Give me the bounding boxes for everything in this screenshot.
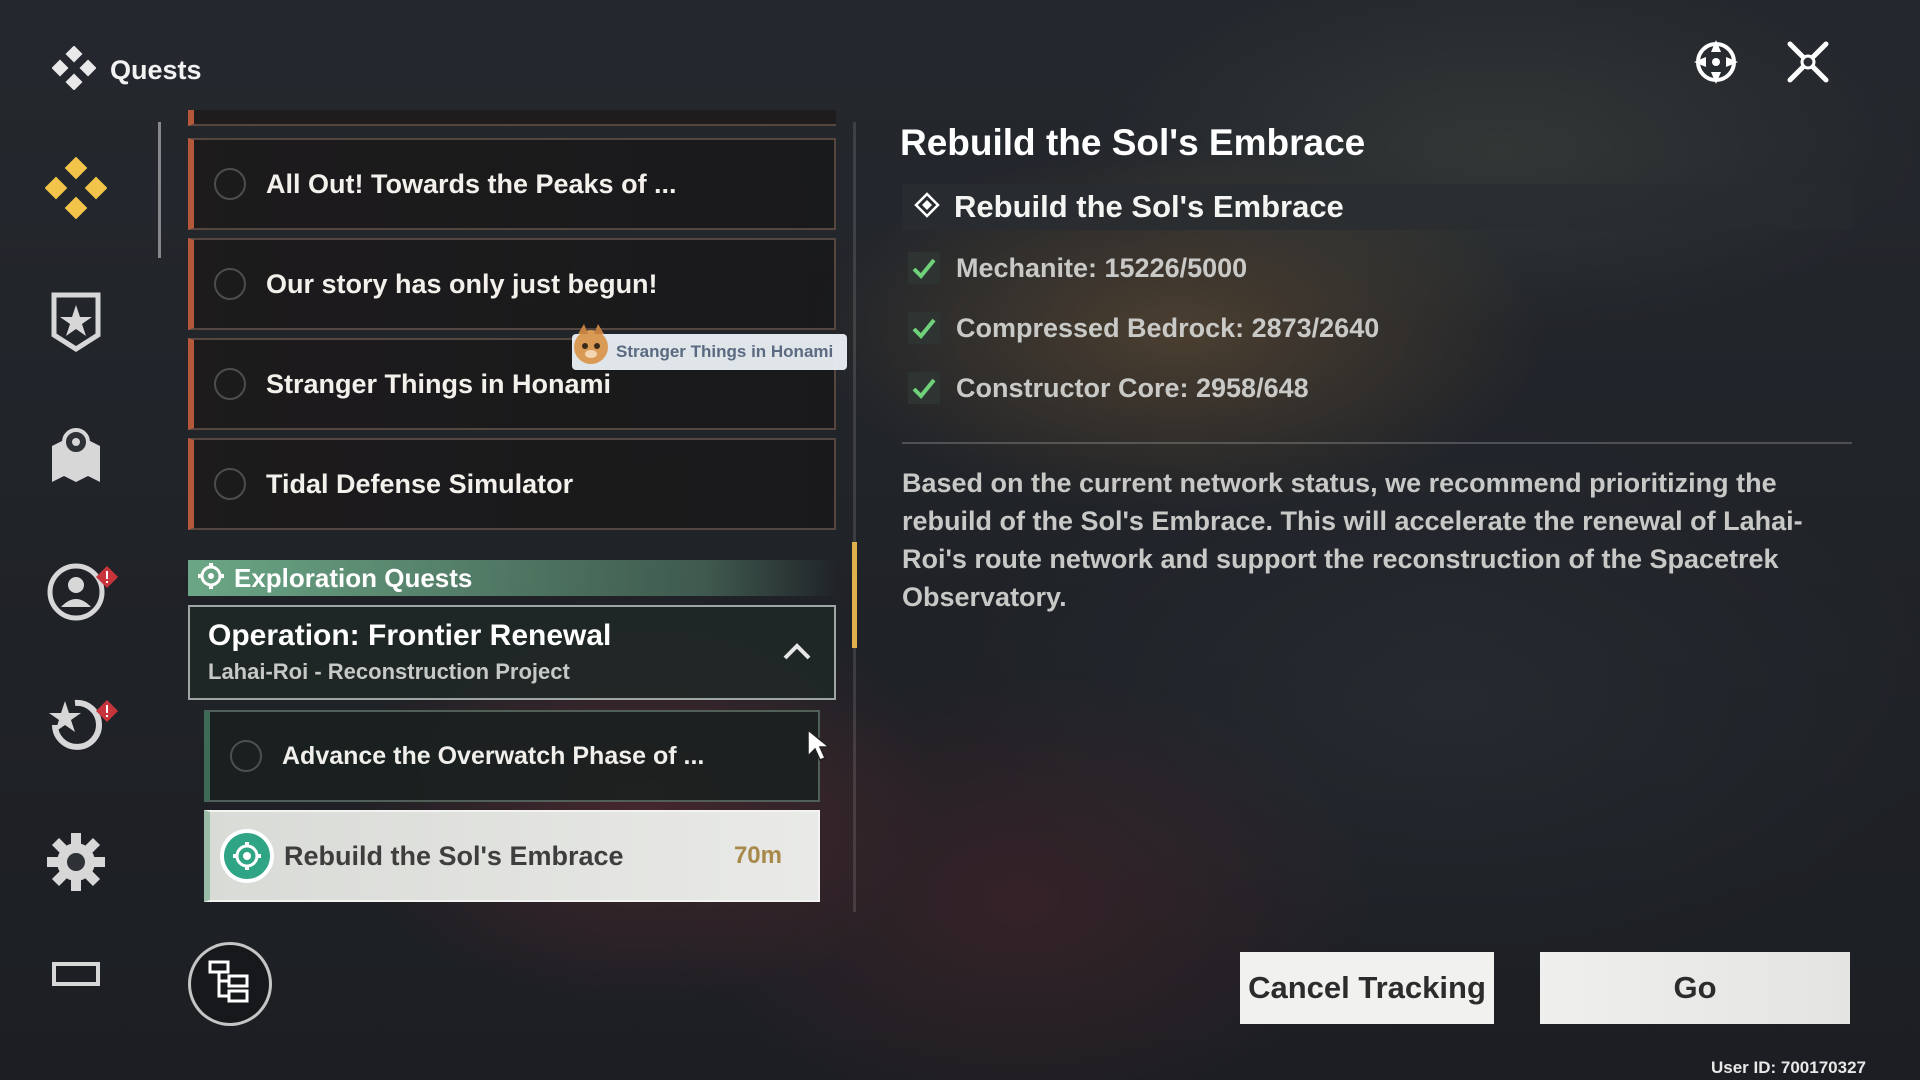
objective-diamond-icon <box>914 191 940 223</box>
top-actions <box>1688 34 1836 90</box>
quest-tree-button[interactable] <box>188 942 272 1026</box>
list-item-partial <box>188 110 836 126</box>
map-pin-icon <box>48 426 104 491</box>
exploration-gear-icon <box>198 562 224 594</box>
quest-radio <box>214 468 246 500</box>
active-quest-item[interactable]: Rebuild the Sol's Embrace 70m <box>204 810 820 902</box>
checkmark-icon <box>908 372 940 404</box>
scrollbar-thumb[interactable] <box>852 542 857 648</box>
go-button[interactable]: Go <box>1540 952 1850 1024</box>
sidebar-item-events[interactable] <box>40 692 118 764</box>
quest-group-subtitle: Lahai-Roi - Reconstruction Project <box>208 659 570 684</box>
screen-icon <box>52 950 100 990</box>
subquest-label: Advance the Overwatch Phase of ... <box>282 741 705 770</box>
quest-group-header[interactable]: Operation: Frontier Renewal Lahai-Roi - … <box>188 605 836 700</box>
sidebar-item-settings[interactable] <box>40 828 112 900</box>
sidebar-item-achievements[interactable] <box>40 288 112 360</box>
sidebar-item-screen[interactable] <box>40 950 112 990</box>
page-title: Quests <box>110 55 202 85</box>
alert-badge-icon <box>96 700 118 722</box>
quest-label: All Out! Towards the Peaks of ... <box>266 168 677 199</box>
sidebar-item-quests[interactable] <box>40 154 112 226</box>
page-header: Quests <box>51 45 202 95</box>
tracking-icon <box>224 833 270 879</box>
quests-diamond-icon <box>44 156 108 224</box>
exploration-section-header: Exploration Quests <box>188 560 838 596</box>
sidebar-divider <box>158 122 161 258</box>
sidebar-item-map[interactable] <box>40 422 112 494</box>
scrollbar-track[interactable] <box>853 122 856 912</box>
requirement-row: Mechanite: 15226/5000 <box>908 252 1247 284</box>
quests-diamond-icon <box>51 45 97 95</box>
exploration-section-label: Exploration Quests <box>234 562 473 593</box>
list-item[interactable]: All Out! Towards the Peaks of ... <box>188 138 836 230</box>
quest-tag-label: Stranger Things in Honami <box>616 342 834 361</box>
quest-label: Our story has only just begun! <box>266 268 658 299</box>
quest-radio <box>230 740 262 772</box>
requirement-label: Constructor Core: 2958/648 <box>956 372 1309 403</box>
checkmark-icon <box>908 252 940 284</box>
list-item[interactable]: Tidal Defense Simulator <box>188 438 836 530</box>
target-crosshair-icon[interactable] <box>1688 34 1744 90</box>
alert-badge-icon <box>96 566 118 588</box>
user-id: User ID: 700170327 <box>1710 1058 1866 1077</box>
active-quest-time: 70m <box>733 842 782 869</box>
gear-icon <box>45 831 107 898</box>
detail-title: Rebuild the Sol's Embrace <box>900 122 1366 163</box>
objective-header: Rebuild the Sol's Embrace <box>902 184 1852 230</box>
objective-label: Rebuild the Sol's Embrace <box>954 189 1344 224</box>
quest-label: Tidal Defense Simulator <box>266 468 574 499</box>
sidebar-item-characters[interactable] <box>40 558 118 630</box>
chevron-up-icon[interactable] <box>782 641 812 661</box>
close-icon[interactable] <box>1780 34 1836 90</box>
requirement-row: Compressed Bedrock: 2873/2640 <box>908 312 1379 344</box>
quest-radio <box>214 368 246 400</box>
subquest-item[interactable]: Advance the Overwatch Phase of ... <box>204 710 820 802</box>
quest-description: Based on the current network status, we … <box>902 468 1803 612</box>
quest-group-name: Operation: Frontier Renewal <box>208 619 612 652</box>
quest-label: Stranger Things in Honami <box>266 368 612 399</box>
mouse-cursor-icon <box>806 728 832 767</box>
requirement-row: Constructor Core: 2958/648 <box>908 372 1309 404</box>
cancel-tracking-button[interactable]: Cancel Tracking <box>1240 952 1494 1024</box>
quest-radio <box>214 268 246 300</box>
checkmark-icon <box>908 312 940 344</box>
detail-divider <box>902 442 1852 444</box>
requirement-label: Mechanite: 15226/5000 <box>956 252 1248 283</box>
hierarchy-icon <box>207 959 253 1010</box>
mascot-icon <box>568 322 614 368</box>
requirement-label: Compressed Bedrock: 2873/2640 <box>956 312 1380 343</box>
active-quest-label: Rebuild the Sol's Embrace <box>284 840 624 871</box>
list-item[interactable]: Our story has only just begun! <box>188 238 836 330</box>
badge-shield-icon <box>48 291 104 358</box>
quest-radio <box>214 168 246 200</box>
